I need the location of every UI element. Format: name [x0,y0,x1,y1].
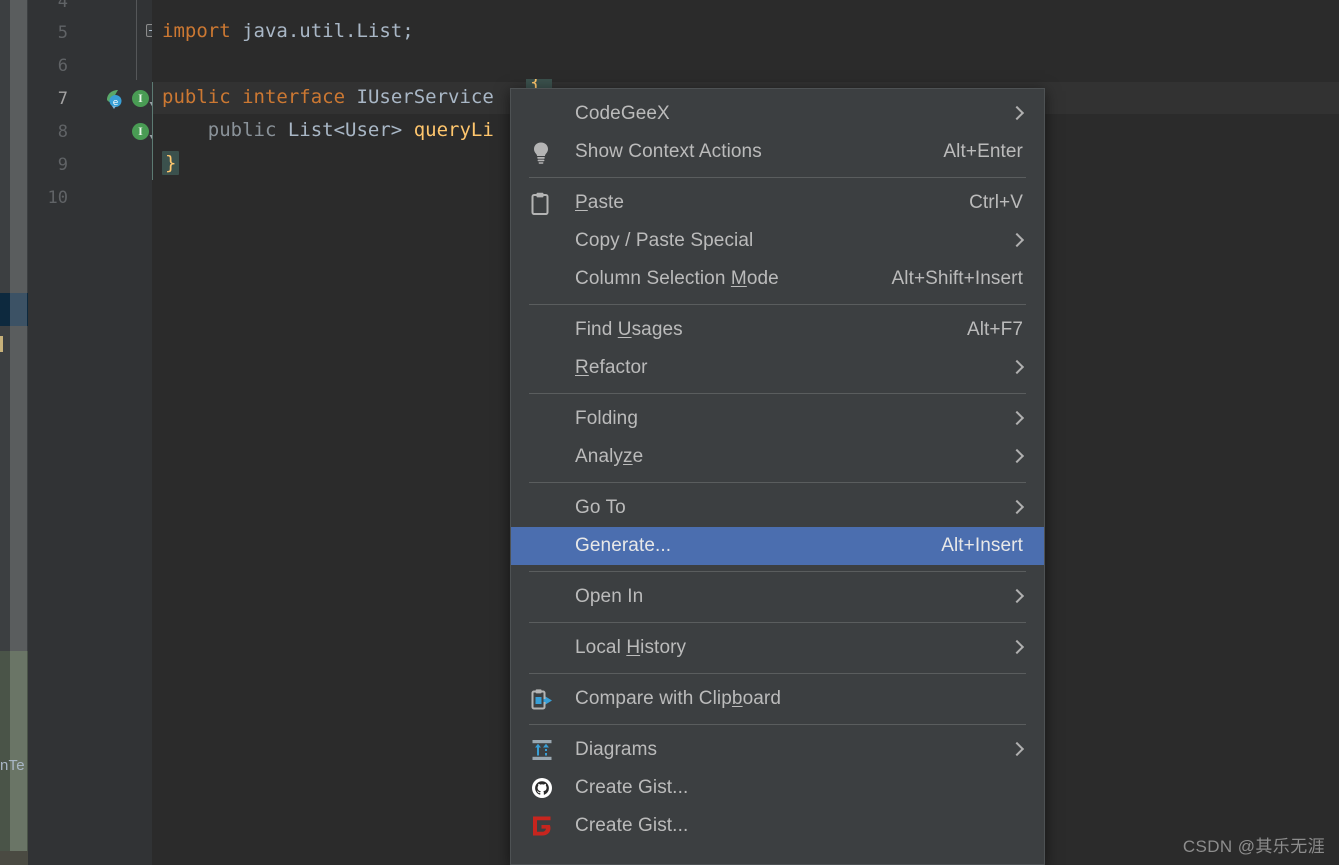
chevron-right-icon [1011,498,1023,518]
menu-item-icon-placeholder [531,445,559,469]
menu-separator [529,393,1026,394]
gitee-icon [531,814,559,838]
line-number: 9 [57,155,68,175]
menu-item-icon-placeholder [531,356,559,380]
menu-item-label: Refactor [575,357,648,378]
menu-item-label: Local History [575,637,687,658]
chevron-right-icon [1011,409,1023,429]
menu-item-folding[interactable]: Folding [511,400,1044,438]
lightbulb-icon [531,140,559,164]
menu-separator [529,571,1026,572]
menu-item-show-context-actions[interactable]: Show Context Actions Alt+Enter [511,133,1044,171]
menu-item-diagrams[interactable]: Diagrams [511,731,1044,769]
diagrams-icon [531,738,559,762]
menu-item-icon-placeholder [531,534,559,558]
project-tree-modified-block-bar [10,651,27,851]
menu-item-icon-placeholder [531,229,559,253]
project-tree-footer [0,851,28,865]
chevron-right-icon [1011,740,1023,760]
menu-item-generate[interactable]: Generate... Alt+Insert [511,527,1044,565]
menu-item-paste[interactable]: Paste Ctrl+V [511,184,1044,222]
menu-separator [529,177,1026,178]
menu-item-icon-placeholder [531,496,559,520]
menu-item-copy-paste-special[interactable]: Copy / Paste Special [511,222,1044,260]
line-number: 5 [57,23,68,43]
menu-separator [529,482,1026,483]
line-number-current: 7 [57,89,68,109]
csdn-watermark: CSDN @其乐无涯 [1182,837,1325,856]
menu-item-icon-placeholder [531,102,559,126]
menu-item-shortcut: Alt+Enter [943,141,1023,162]
editor-context-menu[interactable]: CodeGeeX Show Context Actions Alt+Enter Pas… [510,88,1045,865]
menu-separator [529,673,1026,674]
menu-item-compare-with-clipboard[interactable]: Compare with Clipboard [511,680,1044,718]
menu-item-go-to[interactable]: Go To [511,489,1044,527]
menu-item-column-selection-mode[interactable]: Column Selection Mode Alt+Shift+Insert [511,260,1044,298]
menu-item-refactor[interactable]: Refactor [511,349,1044,387]
code-line-5[interactable]: import java.util.List; [162,20,414,42]
compare-clipboard-icon [531,687,559,711]
menu-item-icon-placeholder [531,407,559,431]
menu-item-local-history[interactable]: Local History [511,629,1044,667]
menu-item-label: Diagrams [575,739,658,760]
menu-item-label: Copy / Paste Special [575,230,754,251]
menu-item-label: Generate... [575,535,672,556]
project-tree-selected-row-highlight [10,293,27,326]
menu-separator [529,304,1026,305]
mybatis-mapper-icon[interactable]: e [104,88,125,109]
menu-item-shortcut: Alt+Insert [941,535,1023,556]
editor-gutter[interactable]: 4 5 6 7 8 9 10 e I I [28,0,159,865]
menu-item-shortcut: Alt+F7 [966,319,1023,340]
project-tree-edit-caret [0,336,3,352]
line-number: 6 [57,56,68,76]
ide-window: nTe 4 5 6 7 8 9 10 e I I import java.uti… [0,0,1339,865]
menu-item-label: Compare with Clipboard [575,688,782,709]
chevron-right-icon [1011,358,1023,378]
line-number: 8 [57,122,68,142]
code-line-8[interactable]: public List<User> queryLi [162,119,494,141]
menu-item-create-gist[interactable]: Create Gist... [511,769,1044,807]
implementation-badge-icon[interactable]: I [132,90,149,107]
menu-separator [529,724,1026,725]
chevron-right-icon [1011,638,1023,658]
menu-item-shortcut: Alt+Shift+Insert [891,268,1023,289]
chevron-right-icon [1011,447,1023,467]
menu-item-label: Open In [575,586,644,607]
menu-item-find-usages[interactable]: Find Usages Alt+F7 [511,311,1044,349]
chevron-right-icon [1011,587,1023,607]
menu-item-shortcut: Ctrl+V [969,192,1023,213]
menu-item-icon-placeholder [531,318,559,342]
menu-item-open-in[interactable]: Open In [511,578,1044,616]
code-line-7[interactable]: public interface IUserService [162,86,494,108]
project-tree-item-label: nTe [0,757,25,774]
menu-item-label: Folding [575,408,639,429]
menu-item-label: Find Usages [575,319,683,340]
menu-item-label: CodeGeeX [575,103,670,124]
menu-separator [529,622,1026,623]
indent-guide [152,82,153,180]
menu-item-label: Go To [575,497,626,518]
menu-item-icon-placeholder [531,267,559,291]
chevron-right-icon [1011,231,1023,251]
project-tool-strip[interactable]: nTe [0,0,28,865]
menu-item-label: Paste [575,192,625,213]
github-icon [531,776,559,800]
chevron-right-icon [1011,104,1023,124]
menu-item-label: Column Selection Mode [575,268,779,289]
menu-item-icon-placeholder [531,636,559,660]
menu-item-create-gist[interactable]: Create Gist... [511,807,1044,845]
menu-item-label: Analyze [575,446,644,467]
menu-item-icon-placeholder [531,585,559,609]
menu-item-analyze[interactable]: Analyze [511,438,1044,476]
line-number: 4 [57,0,68,12]
line-number: 10 [47,188,68,208]
code-line-9[interactable]: } [162,151,180,175]
clipboard-icon [531,191,559,215]
menu-item-label: Create Gist... [575,815,689,836]
fold-region-line [136,48,137,80]
menu-item-codegeex[interactable]: CodeGeeX [511,95,1044,133]
menu-item-label: Show Context Actions [575,141,762,162]
implementation-badge-icon[interactable]: I [132,123,149,140]
menu-item-label: Create Gist... [575,777,689,798]
